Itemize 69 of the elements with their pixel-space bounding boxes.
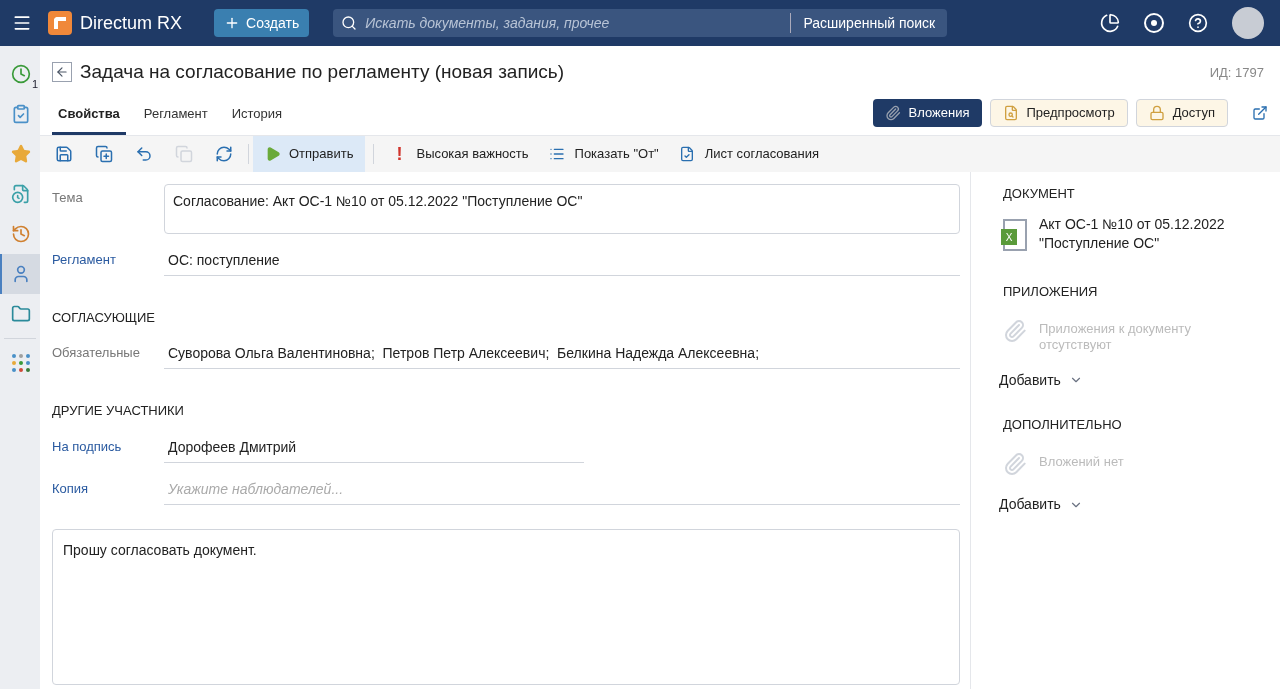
play-icon (265, 145, 281, 162)
tab[interactable]: Регламент (137, 104, 214, 135)
star-icon (11, 144, 31, 164)
toolbar-button[interactable]: ! Высокая важность (382, 135, 539, 172)
add-dropdown[interactable]: Добавить (999, 369, 1083, 391)
comment-field[interactable]: Прошу согласовать документ. (52, 528, 960, 685)
action-button[interactable]: Вложения (872, 98, 982, 127)
spreadsheet-file-icon: X (1003, 219, 1027, 251)
save-icon (55, 144, 73, 163)
section-heading: ПРИЛОЖЕНИЯ (1003, 282, 1099, 301)
badge-count: 1 (31, 79, 38, 90)
undo-icon (135, 144, 153, 163)
apps-icon (12, 354, 30, 372)
toolbar-button[interactable]: Показать "От" (538, 135, 669, 172)
empty-message: Вложений нет (1039, 453, 1125, 471)
section-heading: СОГЛАСУЮЩИЕ (52, 308, 156, 327)
save-copy-icon (95, 144, 113, 163)
add-dropdown[interactable]: Добавить (999, 494, 1083, 515)
sidebar-item[interactable] (0, 254, 40, 294)
advanced-search-link[interactable]: Расширенный поиск (791, 12, 948, 34)
clipboard-check-icon (11, 104, 31, 124)
tab[interactable]: История (225, 104, 289, 135)
record-id: ИД: 1797 (1209, 63, 1265, 82)
action-button[interactable]: Предпросмотр (989, 98, 1128, 127)
chart-icon[interactable] (1100, 13, 1120, 33)
help-icon[interactable] (1188, 13, 1208, 33)
field-label[interactable]: Регламент (52, 245, 164, 276)
avatar[interactable] (1232, 7, 1264, 39)
document-link[interactable]: Акт ОС-1 №10 от 05.12.2022 "Поступление ОС" (1039, 215, 1229, 254)
history-icon (11, 224, 31, 244)
input-field[interactable]: Суворова Ольга Валентиновна; Петров Петр Алексеевич; Белкина Надежда Алексеевна; (164, 339, 960, 369)
input-field[interactable]: ОС: поступление (164, 245, 960, 276)
section-heading: ДОПОЛНИТЕЛЬНО (1003, 415, 1123, 434)
create-button[interactable]: Создать (214, 9, 310, 37)
section-heading: ДОКУМЕНТ (1003, 184, 1076, 203)
section-heading: ДРУГИЕ УЧАСТНИКИ (52, 402, 185, 420)
document-icon (11, 184, 31, 204)
input-field[interactable]: Дорофеев Дмитрий (164, 432, 584, 463)
clock-icon (11, 64, 31, 84)
importance-mark: ! (395, 144, 404, 163)
toolbar-button[interactable]: Лист согласования (668, 135, 830, 172)
page-title: Задача на согласование по регламенту (новая запись) (80, 60, 565, 84)
paperclip-icon (1003, 317, 1027, 345)
plus-icon (224, 15, 240, 31)
field-label: Тема (52, 188, 84, 207)
app-name: Directum RX (80, 11, 182, 35)
paperclip-icon (884, 104, 901, 121)
person-icon (11, 264, 31, 284)
refresh-icon (215, 144, 233, 163)
empty-message: Приложения к документу отсутствуют (1039, 320, 1192, 354)
menu-icon[interactable] (12, 13, 32, 33)
paperclip-icon (1003, 450, 1027, 478)
send-button[interactable]: Отправить (253, 135, 366, 172)
copy-icon (175, 144, 193, 163)
back-button[interactable] (52, 62, 72, 83)
search-field[interactable]: Искать документы, задания, прочее Расширенный поиск (333, 9, 948, 37)
open-window-icon[interactable] (1252, 104, 1268, 121)
search-icon (341, 15, 358, 31)
lock-icon (1148, 104, 1165, 121)
action-button[interactable]: Доступ (1135, 98, 1228, 127)
folder-icon (11, 304, 31, 324)
field-label[interactable]: На подпись (52, 432, 164, 463)
sheet-icon (678, 145, 695, 162)
sidebar-item[interactable]: 1 (0, 54, 40, 94)
field-label: Обязательные (52, 344, 141, 362)
logo-icon (48, 11, 72, 35)
subject-field[interactable]: Согласование: Акт ОС-1 №10 от 05.12.2022 "Поступление ОС" (164, 183, 960, 234)
field-label[interactable]: Копия (52, 474, 164, 505)
preview-icon (1002, 104, 1019, 121)
